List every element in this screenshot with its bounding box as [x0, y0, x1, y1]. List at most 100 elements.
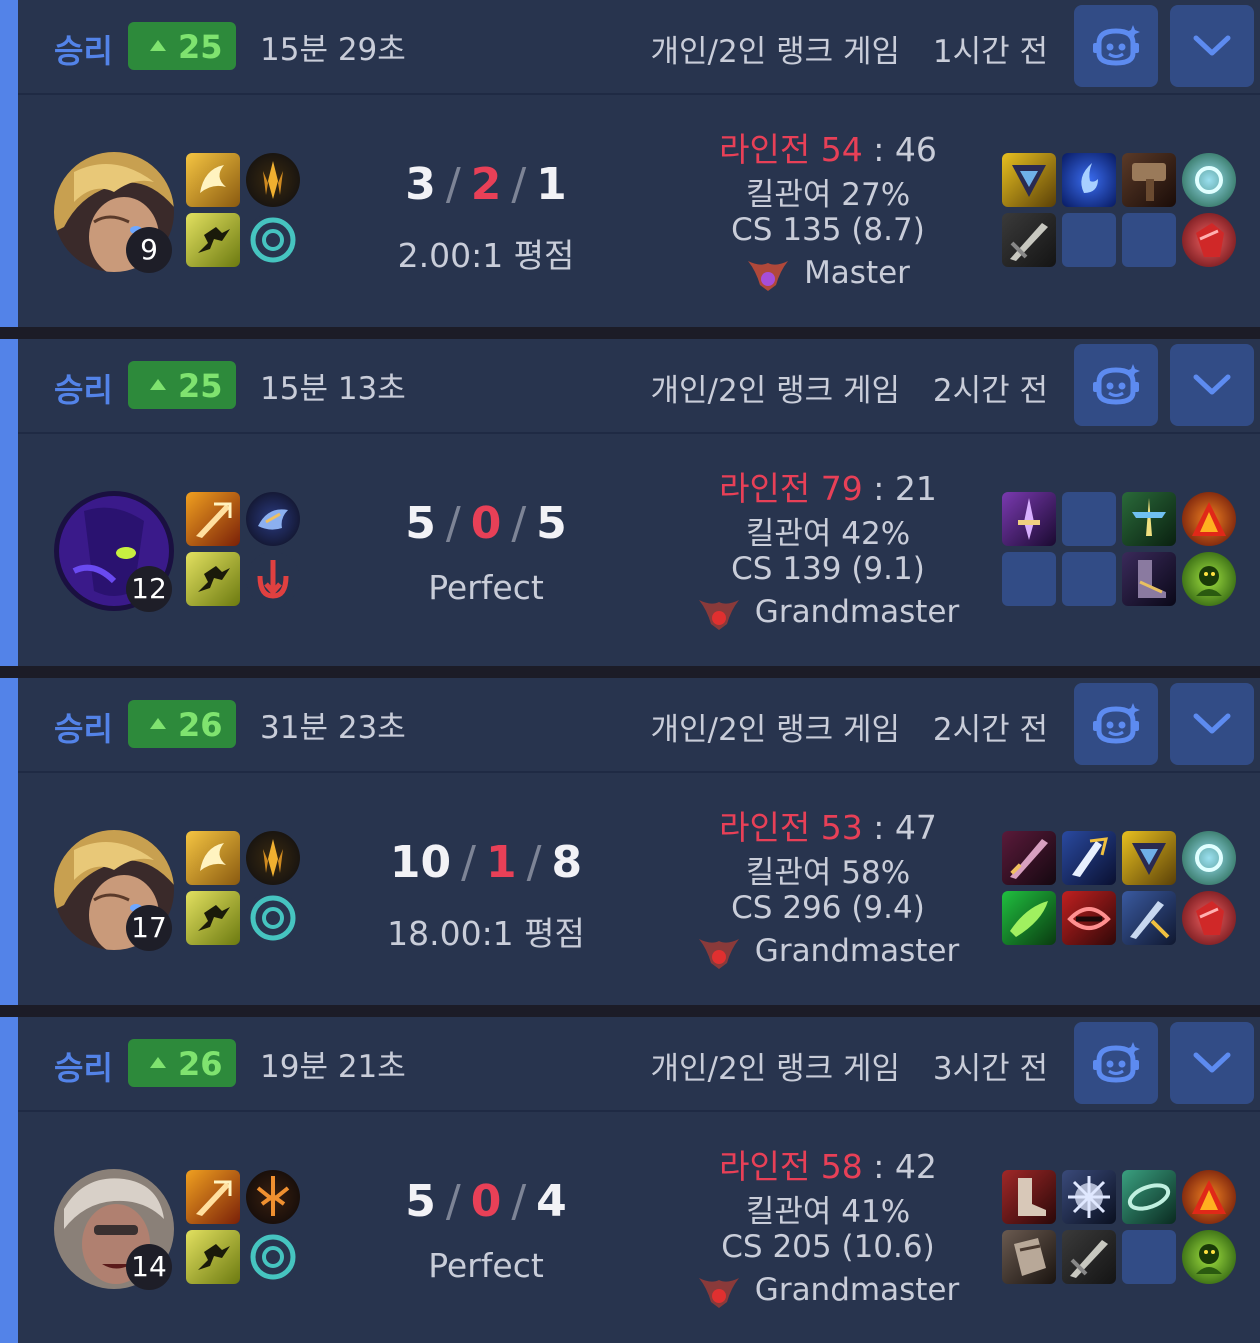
- kda-ratio: Perfect: [428, 1246, 544, 1285]
- expand-button[interactable]: [1170, 344, 1254, 426]
- match-card[interactable]: 승리 25 15분 29초 개인/2인 랭크 게임 1시간 전 9 3 / 2 …: [0, 0, 1260, 327]
- arrow-up-icon: [150, 1057, 166, 1068]
- flash-spell-icon[interactable]: [186, 1230, 240, 1284]
- trinket-slot[interactable]: [1182, 213, 1236, 267]
- bot-icon: [1093, 364, 1140, 405]
- empty-item-slot: [1062, 492, 1116, 546]
- flash-spell-icon[interactable]: [186, 552, 240, 606]
- bot-icon: [1093, 703, 1140, 744]
- item-slot[interactable]: [1182, 831, 1236, 885]
- item-slot[interactable]: [1002, 831, 1056, 885]
- item-slot[interactable]: [1122, 552, 1176, 606]
- flash-spell-icon[interactable]: [186, 891, 240, 945]
- chevron-down-icon: [1193, 35, 1231, 56]
- kda-separator: /: [461, 837, 476, 888]
- item-slot[interactable]: [1002, 891, 1056, 945]
- ignite-spell-icon[interactable]: [186, 492, 240, 546]
- lane-loss: 47: [894, 808, 937, 847]
- item-grid: [1002, 492, 1242, 608]
- match-card[interactable]: 승리 26 31분 23초 개인/2인 랭크 게임 2시간 전 17 10 / …: [0, 678, 1260, 1005]
- empty-item-slot: [1002, 552, 1056, 606]
- bot-icon: [1093, 1042, 1140, 1083]
- lp-change-value: 26: [178, 1045, 223, 1083]
- average-tier: Grandmaster: [628, 933, 1028, 979]
- item-slot[interactable]: [1062, 831, 1116, 885]
- kda: 3/2/1: [286, 159, 686, 210]
- lane-loss: 46: [894, 130, 937, 169]
- game-duration: 15분 13초: [260, 371, 406, 407]
- item-slot[interactable]: [1002, 1230, 1056, 1284]
- match-card[interactable]: 승리 26 19분 21초 개인/2인 랭크 게임 3시간 전 14 5 / 0…: [0, 1017, 1260, 1343]
- match-card[interactable]: 승리 25 15분 13초 개인/2인 랭크 게임 2시간 전 12 5 / 0…: [0, 339, 1260, 666]
- master-emblem-icon: [748, 260, 789, 291]
- expand-button[interactable]: [1170, 1022, 1254, 1104]
- item-grid: [1002, 1170, 1242, 1286]
- arrow-up-icon: [150, 40, 166, 51]
- kda-ratio: 18.00:1 평점: [387, 914, 585, 953]
- kda-separator: /: [445, 159, 461, 210]
- item-slot[interactable]: [1182, 1170, 1236, 1224]
- lane-label: 라인전: [719, 469, 811, 508]
- expand-button[interactable]: [1170, 683, 1254, 765]
- kda-separator: /: [526, 837, 542, 888]
- kda-ratio: 2.00:1 평점: [397, 236, 575, 275]
- ai-analysis-button[interactable]: [1074, 344, 1158, 426]
- ai-analysis-button[interactable]: [1074, 1022, 1158, 1104]
- game-duration: 19분 21초: [260, 1049, 406, 1085]
- trinket-slot[interactable]: [1182, 1230, 1236, 1284]
- item-slot[interactable]: [1122, 492, 1176, 546]
- lane-label: 라인전: [719, 130, 811, 169]
- lane-sep: :: [873, 469, 885, 508]
- grandmaster-emblem-icon: [698, 599, 739, 630]
- item-slot[interactable]: [1062, 153, 1116, 207]
- item-slot[interactable]: [1002, 213, 1056, 267]
- kda-separator: /: [511, 1176, 527, 1227]
- creep-score: CS 296 (9.4): [731, 890, 925, 926]
- lane-sep: :: [873, 1147, 885, 1186]
- lane-win: 53: [820, 808, 863, 847]
- empty-item-slot: [1062, 552, 1116, 606]
- spell-icon[interactable]: [186, 153, 240, 207]
- item-slot[interactable]: [1182, 153, 1236, 207]
- champion-level: 14: [126, 1244, 172, 1290]
- item-slot[interactable]: [1002, 492, 1056, 546]
- deaths: 0: [470, 1176, 502, 1227]
- ai-analysis-button[interactable]: [1074, 683, 1158, 765]
- assists: 8: [551, 837, 583, 888]
- kda-separator: /: [445, 1176, 461, 1227]
- match-header: 승리 26 31분 23초 개인/2인 랭크 게임 2시간 전: [18, 678, 1260, 773]
- lp-change-badge: 26: [128, 1039, 236, 1087]
- kda-separator: /: [445, 498, 461, 549]
- kda-separator: /: [511, 159, 527, 210]
- lp-change-value: 26: [178, 706, 223, 744]
- item-slot[interactable]: [1122, 831, 1176, 885]
- item-slot[interactable]: [1002, 1170, 1056, 1224]
- time-ago: 3시간 전: [932, 1051, 1048, 1087]
- lane-score: 라인전 53 : 47: [628, 801, 1028, 847]
- queue-type: 개인/2인 랭크 게임: [650, 712, 900, 748]
- spells-runes: [186, 1170, 302, 1286]
- spells-runes: [186, 492, 302, 608]
- item-slot[interactable]: [1062, 1170, 1116, 1224]
- expand-button[interactable]: [1170, 5, 1254, 87]
- kills: 3: [405, 159, 436, 210]
- item-slot[interactable]: [1182, 492, 1236, 546]
- item-slot[interactable]: [1002, 153, 1056, 207]
- assists: 5: [536, 498, 567, 549]
- item-slot[interactable]: [1122, 1170, 1176, 1224]
- ai-analysis-button[interactable]: [1074, 5, 1158, 87]
- kills: 5: [405, 498, 436, 549]
- item-slot[interactable]: [1122, 891, 1176, 945]
- spell-icon[interactable]: [186, 831, 240, 885]
- trinket-slot[interactable]: [1182, 552, 1236, 606]
- item-slot[interactable]: [1062, 1230, 1116, 1284]
- trinket-slot[interactable]: [1182, 891, 1236, 945]
- match-stats: 라인전 58 : 42 킬관여 41% CS 205 (10.6) Grandm…: [628, 1140, 1028, 1318]
- game-duration: 31분 23초: [260, 710, 406, 746]
- flash-spell-icon[interactable]: [186, 213, 240, 267]
- item-grid: [1002, 153, 1242, 269]
- item-slot[interactable]: [1122, 153, 1176, 207]
- bot-icon: [1093, 25, 1140, 66]
- item-slot[interactable]: [1062, 891, 1116, 945]
- ignite-spell-icon[interactable]: [186, 1170, 240, 1224]
